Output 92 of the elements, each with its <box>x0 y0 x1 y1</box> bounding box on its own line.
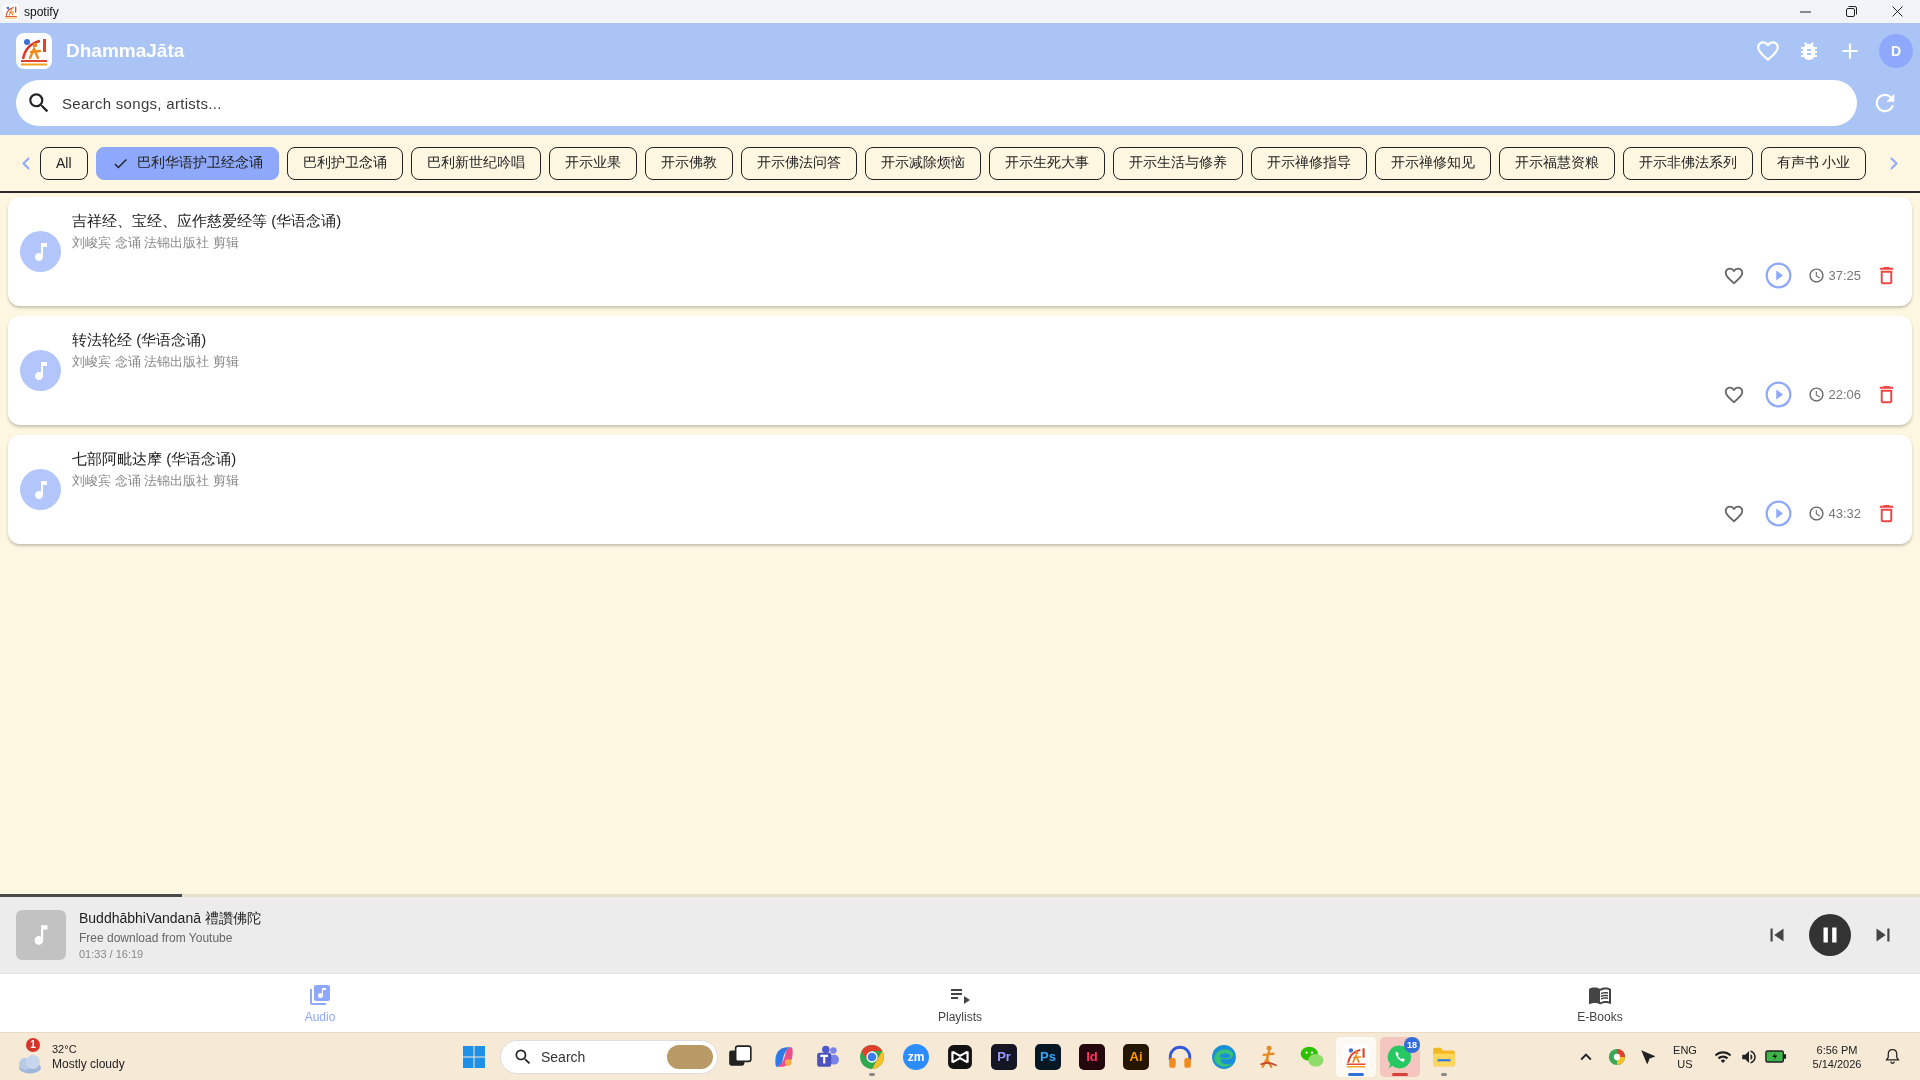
track-card[interactable]: 吉祥经、宝经、应作慈爱经等 (华语念诵) 刘峻宾 念诵 法锦出版社 剪辑 37:25 <box>8 197 1912 306</box>
app-logo-icon <box>1343 1043 1369 1070</box>
category-chip[interactable]: 开示非佛法系列 <box>1622 146 1753 180</box>
taskbar-search-input[interactable]: Search <box>541 1048 659 1065</box>
weather-condition: Mostly cloudy <box>52 1056 125 1072</box>
location-arrow-icon[interactable] <box>1638 1047 1657 1066</box>
app-logo-icon <box>16 33 52 69</box>
now-playing-subtitle: Free download from Youtube <box>79 931 233 945</box>
app-tile-icon <box>947 1043 973 1070</box>
track-duration: 22:06 <box>1828 387 1861 402</box>
now-playing-title: BuddhābhiVandanā 禮讚佛陀 <box>79 910 261 928</box>
track-duration: 43:32 <box>1828 506 1861 521</box>
category-chip[interactable]: 开示禅修指导 <box>1250 146 1367 180</box>
language-indicator[interactable]: ENG US <box>1663 1042 1707 1071</box>
count-badge: 18 <box>1404 1036 1420 1053</box>
play-pause-button[interactable] <box>1809 914 1851 956</box>
region-text: US <box>1677 1056 1693 1071</box>
category-chip[interactable]: 开示业果 <box>548 146 637 180</box>
date-text: 5/14/2026 <box>1812 1056 1862 1071</box>
category-chip[interactable]: 开示生活与修养 <box>1112 146 1243 180</box>
clock-icon <box>1808 386 1826 403</box>
close-icon <box>1891 6 1903 17</box>
play-icon <box>1765 500 1793 527</box>
round-logo-icon[interactable] <box>1607 1047 1626 1066</box>
running-indicator <box>869 1072 875 1076</box>
app-logo-icon <box>3 3 19 20</box>
heart-icon <box>1755 38 1781 64</box>
chevron-left-icon <box>22 156 30 170</box>
category-chip[interactable]: 开示佛法问答 <box>740 146 857 180</box>
track-subtitle: 刘峻宾 念诵 法锦出版社 剪辑 <box>72 234 239 251</box>
track-subtitle: 刘峻宾 念诵 法锦出版社 剪辑 <box>72 353 239 370</box>
category-chip[interactable]: 巴利护卫念诵 <box>286 146 403 180</box>
clock-icon <box>1808 505 1826 522</box>
clock-area[interactable]: 6:56 PM 5/14/2026 <box>1797 1042 1877 1071</box>
notification-icon[interactable] <box>1884 1048 1901 1065</box>
music-note-icon <box>20 231 61 272</box>
playback-time: 01:33 / 16:19 <box>79 948 144 960</box>
running-indicator <box>1441 1072 1447 1076</box>
nav-tab[interactable]: Playlists <box>938 982 982 1024</box>
restore-icon <box>1845 6 1857 17</box>
window-title: spotify <box>24 4 59 19</box>
category-chip[interactable]: 开示福慧资粮 <box>1498 146 1615 180</box>
play-icon <box>1765 262 1793 289</box>
play-button[interactable] <box>1765 500 1793 527</box>
track-subtitle: 刘峻宾 念诵 法锦出版社 剪辑 <box>72 472 239 489</box>
search-field[interactable]: Search songs, artists... <box>16 80 1857 126</box>
clock-icon <box>1808 267 1826 284</box>
music-library-icon <box>308 982 332 1007</box>
minimize-icon <box>1799 10 1811 13</box>
track-title: 吉祥经、宝经、应作慈爱经等 (华语念诵) <box>72 211 342 231</box>
track-title: 转法轮经 (华语念诵) <box>72 330 207 350</box>
track-title: 七部阿毗达摩 (华语念诵) <box>72 449 237 469</box>
chevron-right-icon <box>1890 156 1898 170</box>
category-chip[interactable]: 开示生死大事 <box>988 146 1105 180</box>
people-icon <box>815 1043 841 1070</box>
battery-icon[interactable] <box>1764 1050 1787 1063</box>
running-indicator <box>1348 1072 1364 1076</box>
category-chip[interactable]: 有声书 小业 <box>1760 146 1867 180</box>
category-chip[interactable]: 开示佛教 <box>644 146 733 180</box>
play-icon <box>1765 381 1793 408</box>
category-chip[interactable]: 开示禅修知见 <box>1374 146 1491 180</box>
track-card[interactable]: 转法轮经 (华语念诵) 刘峻宾 念诵 法锦出版社 剪辑 22:06 <box>8 316 1912 425</box>
play-button[interactable] <box>1765 262 1793 289</box>
taskbar-app-button[interactable]: Pr <box>984 1036 1024 1077</box>
round-logo-icon <box>859 1043 885 1070</box>
taskbar-app-button[interactable]: 18 <box>1380 1036 1420 1077</box>
time-text: 6:56 PM <box>1816 1042 1858 1057</box>
headphones-icon <box>1167 1043 1193 1070</box>
taskbar-search-field[interactable]: Search <box>500 1039 718 1074</box>
play-button[interactable] <box>1765 381 1793 408</box>
music-note-icon <box>16 910 66 960</box>
photo-placeholder <box>667 1044 713 1069</box>
taskbar-app-button[interactable]: Ai <box>1116 1036 1156 1077</box>
category-chip[interactable]: All <box>40 146 88 180</box>
alert-count-badge: 1 <box>26 1037 40 1052</box>
nav-tab[interactable]: E-Books <box>1577 982 1623 1024</box>
windows-grid-icon <box>463 1045 485 1068</box>
category-chip[interactable]: 巴利新世纪吟唱 <box>410 146 541 180</box>
track-duration: 37:25 <box>1828 268 1861 283</box>
app-title: DhammaJāta <box>66 40 185 62</box>
taskbar-app-button[interactable]: Ps <box>1028 1036 1068 1077</box>
language-text: ENG <box>1673 1042 1697 1057</box>
music-note-icon <box>20 350 61 391</box>
taskbar-app-button[interactable]: Id <box>1072 1036 1112 1077</box>
search-input[interactable]: Search songs, artists... <box>62 94 1841 112</box>
swirl-circle-icon <box>1211 1043 1237 1070</box>
music-note-icon <box>20 469 61 510</box>
running-indicator <box>1392 1072 1408 1076</box>
category-chip[interactable]: 开示减除烦恼 <box>864 146 981 180</box>
temperature-text: 32°C <box>52 1041 77 1056</box>
category-chip[interactable]: 巴利华语护卫经念诵 <box>95 146 279 180</box>
track-card[interactable]: 七部阿毗达摩 (华语念诵) 刘峻宾 念诵 法锦出版社 剪辑 43:32 <box>8 435 1912 544</box>
